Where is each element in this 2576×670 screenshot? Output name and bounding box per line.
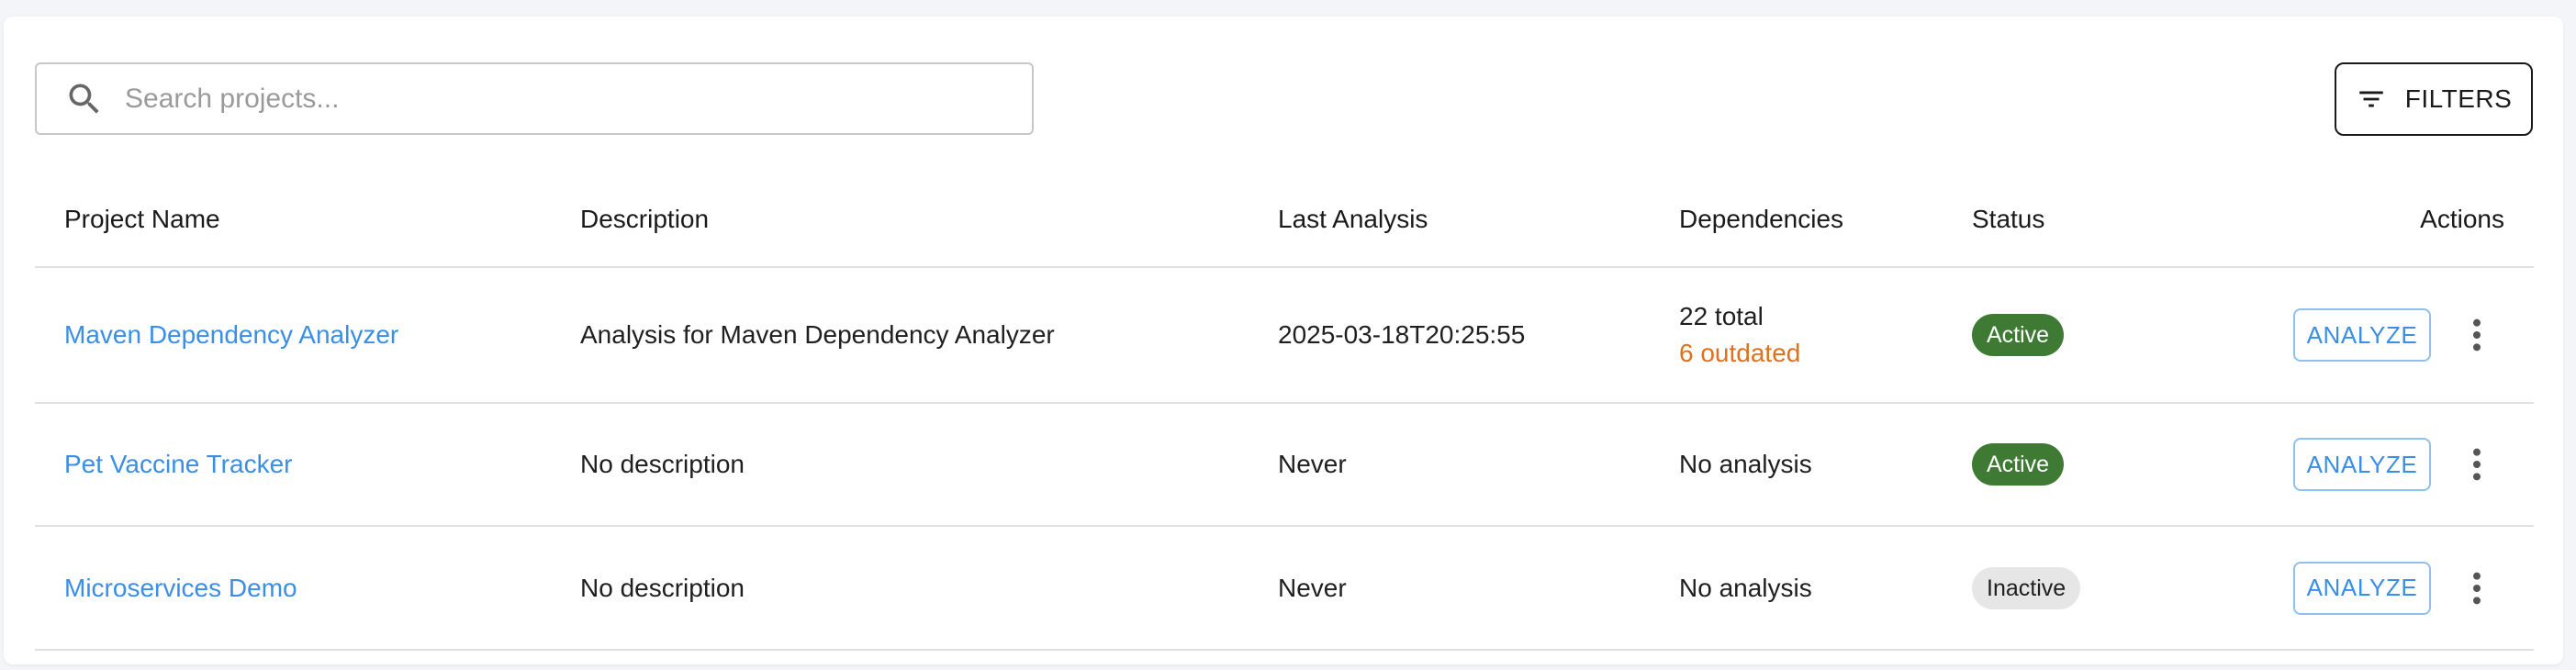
project-name-link[interactable]: Maven Dependency Analyzer [64,320,398,350]
header-project-name[interactable]: Project Name [64,173,220,266]
analyze-button[interactable]: ANALYZE [2293,438,2431,491]
table-row: Pet Vaccine Tracker No description Never… [35,404,2534,527]
project-description: Analysis for Maven Dependency Analyzer [580,320,1055,349]
project-name-link[interactable]: Pet Vaccine Tracker [64,450,292,479]
dependencies-total: 22 total [1679,302,1764,330]
filter-list-icon [2358,91,2383,107]
last-analysis-value: Never [1278,573,1347,602]
more-options-button[interactable] [2449,437,2504,492]
status-badge: Active [1972,443,2065,486]
dependencies-value: No analysis [1679,573,1812,602]
project-name-link[interactable]: Microservices Demo [64,574,297,603]
project-description: No description [580,450,745,478]
dependencies-value: No analysis [1679,450,1812,478]
project-description: No description [580,573,745,602]
table-row: Microservices Demo No description Never … [35,527,2534,651]
more-vertical-icon [2473,448,2481,481]
analyze-button[interactable]: ANALYZE [2293,308,2431,362]
status-badge: Active [1972,314,2065,356]
filters-label: FILTERS [2404,84,2513,113]
more-options-button[interactable] [2449,561,2504,616]
dependencies-outdated: 6 outdated [1679,339,1801,367]
more-options-button[interactable] [2449,307,2504,363]
more-vertical-icon [2473,572,2481,604]
row-actions: ANALYZE [2293,404,2504,525]
analyze-button[interactable]: ANALYZE [2293,561,2431,615]
header-last-analysis[interactable]: Last Analysis [1278,173,1428,266]
status-badge: Inactive [1972,566,2081,609]
search-field[interactable] [35,62,1034,135]
search-input[interactable] [125,83,951,115]
header-actions: Actions [2420,205,2504,233]
header-dependencies[interactable]: Dependencies [1679,173,1843,266]
header-status[interactable]: Status [1972,173,2044,266]
dependencies-cell: 22 total 6 outdated [1679,268,1800,402]
last-analysis-value: Never [1278,450,1347,478]
header-description[interactable]: Description [580,173,709,266]
filters-button[interactable]: FILTERS [2335,62,2533,136]
table-row: Maven Dependency Analyzer Analysis for M… [35,268,2534,404]
search-icon [69,84,99,114]
projects-card: FILTERS Project Name Description Last An… [4,17,2563,664]
last-analysis-value: 2025-03-18T20:25:55 [1278,320,1526,349]
row-actions: ANALYZE [2293,268,2504,402]
table-header: Project Name Description Last Analysis D… [35,173,2534,268]
row-actions: ANALYZE [2293,527,2504,649]
more-vertical-icon [2473,318,2481,352]
